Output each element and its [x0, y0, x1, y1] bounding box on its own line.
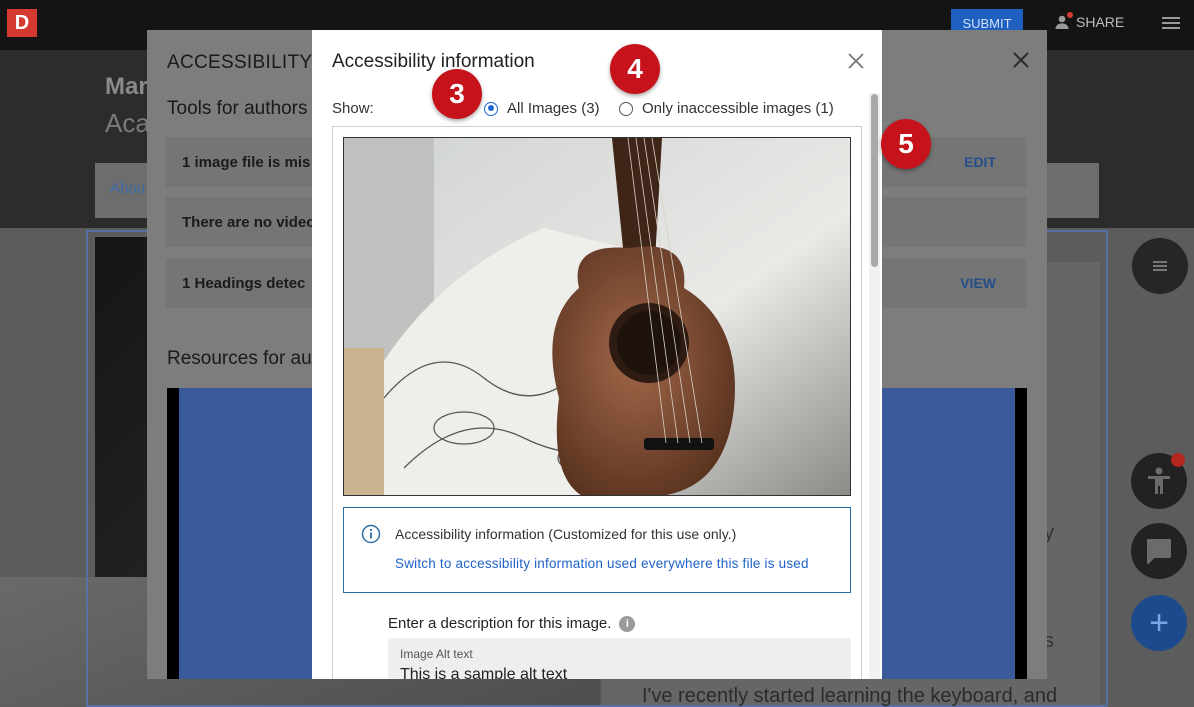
tool-row-label: 1 image file is mis [182, 154, 311, 171]
alt-text-input[interactable]: This is a sample alt text [400, 666, 567, 679]
tools-heading: Tools for authors [167, 98, 308, 119]
tab-about[interactable]: Abou [110, 180, 145, 197]
notification-dot [1067, 12, 1073, 18]
accessibility-info-dialog: Accessibility information Show: All Imag… [312, 30, 882, 679]
dialog-scrollbar[interactable] [869, 93, 880, 679]
guitar-image [343, 137, 851, 496]
help-icon[interactable]: i [619, 615, 636, 632]
radio-button-selected[interactable] [484, 101, 498, 116]
notification-badge [1171, 453, 1185, 467]
edit-button[interactable]: EDIT [964, 154, 996, 170]
chat-icon [1147, 539, 1171, 564]
alt-text-field[interactable]: Image Alt text This is a sample alt text [388, 638, 851, 679]
description-label: Enter a description for this image. i [388, 615, 636, 632]
show-label: Show: [332, 100, 374, 117]
info-box-title: Accessibility information (Customized fo… [395, 526, 737, 542]
course-subtitle: Aca [105, 108, 150, 138]
radio-all-images[interactable]: All Images (3) [484, 100, 600, 117]
share-label: SHARE [1076, 14, 1125, 30]
chat-button[interactable] [1131, 523, 1187, 579]
accessibility-info-box: Accessibility information (Customized fo… [343, 507, 851, 593]
scrollbar-thumb[interactable] [871, 94, 878, 267]
description-label-text: Enter a description for this image. [388, 615, 612, 632]
tool-row-label: 1 Headings detec [182, 275, 306, 292]
radio-all-images-label: All Images (3) [507, 100, 600, 117]
add-button[interactable]: + [1131, 595, 1187, 651]
course-title: Mar [105, 73, 148, 100]
close-icon[interactable] [847, 52, 865, 70]
menu-icon [1153, 259, 1167, 273]
menu-icon[interactable] [1162, 14, 1180, 34]
switch-accessibility-link[interactable]: Switch to accessibility information used… [395, 556, 809, 571]
view-button[interactable]: VIEW [960, 275, 996, 291]
radio-inaccessible-images[interactable]: Only inaccessible images (1) [619, 100, 834, 117]
background-paragraph: I've recently started learning the keybo… [642, 685, 1058, 707]
resources-heading: Resources for au [167, 348, 312, 369]
share-button[interactable]: SHARE [1054, 12, 1125, 30]
alt-text-field-label: Image Alt text [400, 647, 473, 661]
callout-badge: 4 [610, 44, 660, 94]
panel-title: ACCESSIBILITY [167, 52, 313, 73]
app-logo[interactable]: D [7, 9, 37, 37]
callout-badge: 5 [881, 119, 931, 169]
image-list[interactable]: Accessibility information (Customized fo… [332, 126, 862, 679]
radio-inaccessible-label: Only inaccessible images (1) [642, 100, 834, 117]
accessibility-button[interactable] [1131, 453, 1187, 509]
page-menu-button[interactable] [1132, 238, 1188, 294]
info-icon [361, 524, 381, 544]
dialog-title: Accessibility information [332, 51, 535, 72]
callout-badge: 3 [432, 69, 482, 119]
close-icon[interactable] [1011, 50, 1031, 70]
plus-icon: + [1149, 603, 1169, 642]
accessibility-icon [1148, 467, 1170, 494]
tool-row-label: There are no video [182, 214, 316, 231]
radio-button[interactable] [619, 101, 633, 116]
